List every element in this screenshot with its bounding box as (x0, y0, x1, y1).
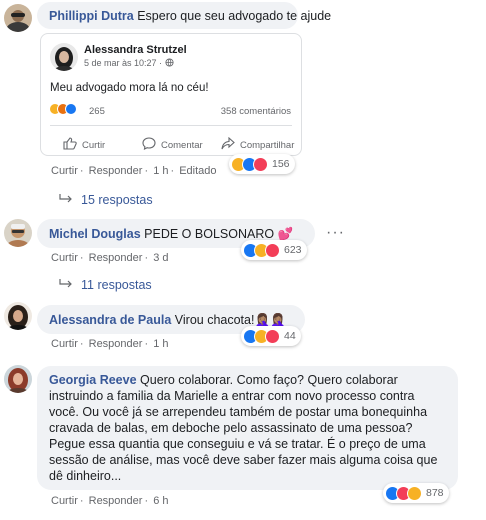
haha-icon (407, 485, 422, 501)
comment-author[interactable]: Phillippi Dutra (49, 9, 134, 23)
edited-label[interactable]: Editado (179, 165, 216, 177)
reply-link[interactable]: Responder (89, 338, 143, 350)
like-icon (65, 103, 77, 115)
comment-icon (142, 137, 161, 153)
shared-post-text: Meu advogado mora lá no céu! (50, 82, 209, 94)
comment-actions: Curtir · Responder · 1 h (51, 338, 169, 350)
timestamp[interactable]: 3 d (153, 252, 168, 264)
replies-count: 15 respostas (81, 193, 153, 207)
avatar-michel-douglas[interactable] (4, 219, 32, 247)
shared-post-author[interactable]: Alessandra Strutzel (84, 44, 187, 56)
shared-post-comment-count[interactable]: 358 comentários (221, 106, 291, 117)
comment-author[interactable]: Georgia Reeve (49, 373, 137, 387)
shared-post-share-label: Compartilhar (240, 139, 295, 151)
reply-arrow-icon (59, 193, 73, 207)
shared-post-reactions[interactable] (49, 103, 77, 115)
shared-post-card[interactable]: Alessandra Strutzel 5 de mar às 10:27 · … (40, 33, 302, 156)
reaction-summary[interactable]: 44 (241, 326, 301, 346)
comment-text: Quero colaborar. Como faço? Quero colabo… (49, 373, 438, 483)
like-link[interactable]: Curtir (51, 338, 78, 350)
timestamp[interactable]: 1 h (153, 338, 168, 350)
replies-count: 11 respostas (81, 278, 152, 292)
comment-author[interactable]: Michel Douglas (49, 227, 141, 241)
comment-text: Espero que seu advogado te ajude (137, 9, 332, 23)
reply-link[interactable]: Responder (89, 252, 143, 264)
shared-post-like-label: Curtir (82, 139, 106, 151)
globe-icon (164, 58, 174, 69)
reaction-count: 156 (272, 158, 290, 170)
view-replies-link[interactable]: 15 respostas (59, 193, 153, 207)
comment-bubble: Georgia Reeve Quero colaborar. Como faço… (37, 366, 458, 490)
comment-actions: Curtir · Responder · 1 h · Editado (51, 165, 217, 177)
comment-bubble: Phillippi Dutra Espero que seu advogado … (37, 2, 331, 29)
reply-arrow-icon (59, 278, 73, 292)
shared-post-comment-button[interactable]: Comentar (142, 137, 203, 153)
like-link[interactable]: Curtir (51, 252, 78, 264)
reaction-count: 878 (426, 487, 444, 499)
comment-actions: Curtir · Responder · 6 h (51, 495, 169, 507)
timestamp[interactable]: 6 h (153, 495, 168, 507)
like-link[interactable]: Curtir (51, 495, 78, 507)
shared-post-date: 5 de mar às 10:27 · (84, 58, 174, 69)
avatar-georgia-reeve[interactable] (4, 365, 32, 393)
love-icon (265, 242, 280, 258)
comment-actions: Curtir · Responder · 3 d (51, 252, 169, 264)
comment-text: Virou chacota!🤦🏽‍♀️🤦🏽‍♀️ (174, 313, 286, 327)
shared-post-like-button[interactable]: Curtir (63, 137, 105, 153)
reaction-summary[interactable]: 623 (241, 240, 307, 260)
comment-author[interactable]: Alessandra de Paula (49, 313, 171, 327)
reply-link[interactable]: Responder (89, 495, 143, 507)
reaction-summary[interactable]: 878 (383, 483, 449, 503)
avatar-phillippi-dutra[interactable] (4, 4, 32, 32)
more-options-icon[interactable]: ··· (326, 224, 345, 242)
shared-post-divider (50, 125, 292, 126)
thumbs-up-icon (63, 137, 82, 153)
love-icon (265, 328, 280, 344)
reaction-count: 44 (284, 330, 296, 342)
reaction-summary[interactable]: 156 (229, 154, 295, 174)
reply-link[interactable]: Responder (89, 165, 143, 177)
shared-post-comment-label: Comentar (161, 139, 203, 151)
shared-post-date-text[interactable]: 5 de mar às 10:27 · (84, 58, 165, 68)
shared-post-share-button[interactable]: Compartilhar (221, 136, 295, 153)
timestamp[interactable]: 1 h (153, 165, 168, 177)
reaction-count: 623 (284, 244, 302, 256)
avatar-alessandra-de-paula[interactable] (4, 302, 32, 330)
like-link[interactable]: Curtir (51, 165, 78, 177)
view-replies-link[interactable]: 11 respostas (59, 278, 152, 292)
love-icon (253, 156, 268, 172)
comment-text: PEDE O BOLSONARO 💕 (144, 227, 294, 241)
avatar-alessandra-strutzel[interactable] (50, 43, 78, 71)
shared-post-reaction-count[interactable]: 265 (89, 106, 105, 117)
share-icon (221, 136, 240, 153)
